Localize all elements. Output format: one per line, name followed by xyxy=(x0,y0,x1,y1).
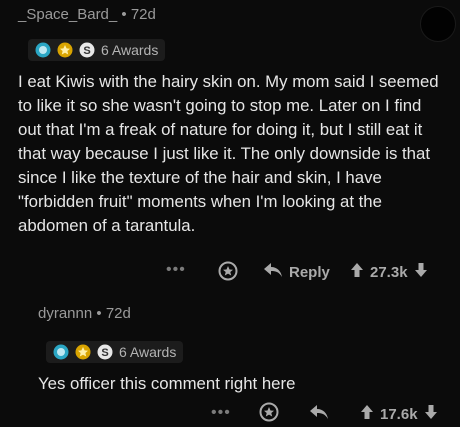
gold-award-icon xyxy=(57,42,73,58)
comment-1-author[interactable]: _Space_Bard_ xyxy=(18,6,117,23)
helpful-award-icon: S xyxy=(97,344,113,360)
comment-1-awards[interactable]: S 6 Awards xyxy=(28,39,166,61)
comment-1-awards-label: 6 Awards xyxy=(101,42,159,58)
reply-icon[interactable] xyxy=(309,404,329,425)
comment-2-author[interactable]: dyrannn xyxy=(38,305,92,322)
comment-2-awards-label: 6 Awards xyxy=(119,344,177,360)
separator-dot: • xyxy=(121,6,131,23)
reply-icon xyxy=(263,262,283,282)
svg-text:S: S xyxy=(101,347,108,359)
more-icon[interactable]: ••• xyxy=(211,404,231,422)
upvote-icon[interactable] xyxy=(350,262,364,282)
avatar[interactable] xyxy=(420,6,456,42)
comment-1-vote: 27.3k xyxy=(350,262,428,282)
comment-2-vote: 17.6k xyxy=(360,404,438,424)
comment-1-header: _Space_Bard_ • 72d xyxy=(18,6,156,23)
more-icon[interactable]: ••• xyxy=(166,261,186,279)
silver-award-icon xyxy=(35,42,51,58)
score: 17.6k xyxy=(380,405,418,423)
score: 27.3k xyxy=(370,263,408,281)
comment-2-awards[interactable]: S 6 Awards xyxy=(46,341,184,363)
reply-button[interactable]: Reply xyxy=(263,262,330,282)
downvote-icon[interactable] xyxy=(424,404,438,424)
comment-1-age: 72d xyxy=(130,6,156,23)
comment-2-body: Yes officer this comment right here xyxy=(38,374,296,393)
separator-dot: • xyxy=(96,305,106,322)
comment-2-age: 72d xyxy=(105,305,131,322)
downvote-icon[interactable] xyxy=(414,262,428,282)
comment-1-body: I eat Kiwis with the hairy skin on. My m… xyxy=(18,72,439,235)
gold-award-icon xyxy=(75,344,91,360)
award-icon[interactable] xyxy=(259,402,279,427)
silver-award-icon xyxy=(53,344,69,360)
reply-label: Reply xyxy=(289,263,330,281)
comment-2-header: dyrannn • 72d xyxy=(38,305,131,322)
svg-text:S: S xyxy=(83,45,90,57)
helpful-award-icon: S xyxy=(79,42,95,58)
upvote-icon[interactable] xyxy=(360,404,374,424)
award-icon[interactable] xyxy=(218,261,238,286)
